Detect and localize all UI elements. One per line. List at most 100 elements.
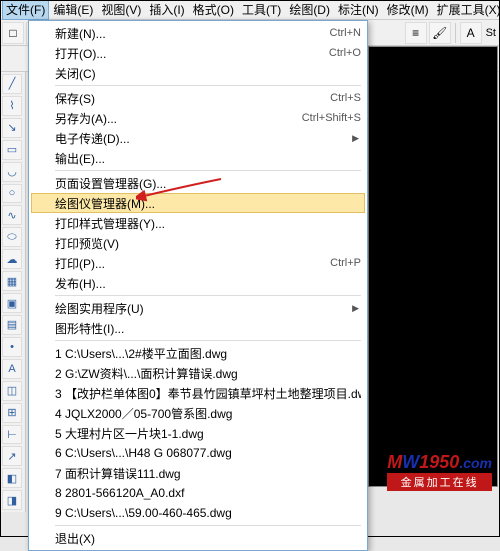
- drawing-canvas[interactable]: [368, 46, 498, 487]
- submenu-arrow-icon: ▶: [352, 133, 359, 144]
- menu-item[interactable]: 另存为(A)...Ctrl+Shift+S: [31, 108, 365, 128]
- menu-item[interactable]: 打印预览(V): [31, 233, 365, 253]
- menu-item-label: 输出(E)...: [55, 150, 361, 167]
- menu-item-label: 绘图仪管理器(M)...: [55, 195, 361, 212]
- menu-item[interactable]: 关闭(C): [31, 63, 365, 83]
- menu-item-label: 新建(N)...: [55, 25, 330, 42]
- tool-table-icon[interactable]: ▤: [2, 315, 22, 335]
- menu-3[interactable]: 插入(I): [145, 0, 188, 20]
- menu-shortcut: Ctrl+N: [330, 27, 361, 39]
- menu-separator: [55, 85, 361, 86]
- menu-separator: [55, 170, 361, 171]
- menu-item-label: 页面设置管理器(G)...: [55, 175, 361, 192]
- submenu-arrow-icon: ▶: [352, 303, 359, 314]
- tool-polyline-icon[interactable]: ⌇: [2, 96, 22, 116]
- tool-a[interactable]: A: [460, 22, 482, 44]
- menu-item-label: 打印样式管理器(Y)...: [55, 215, 361, 232]
- tool-cloud-icon[interactable]: ☁: [2, 249, 22, 269]
- menu-item-label: 7 面积计算错误111.dwg: [55, 465, 361, 482]
- menu-item[interactable]: 发布(H)...: [31, 273, 365, 293]
- file-dropdown-menu: 新建(N)...Ctrl+N打开(O)...Ctrl+O关闭(C)保存(S)Ct…: [28, 20, 368, 551]
- tool-leader-icon[interactable]: ↗: [2, 446, 22, 466]
- menu-item[interactable]: 8 2801-566120A_A0.dxf: [31, 483, 365, 503]
- tool-hatch-icon[interactable]: ▦: [2, 271, 22, 291]
- menu-item[interactable]: 打印样式管理器(Y)...: [31, 213, 365, 233]
- tool-line-icon[interactable]: ╱: [2, 74, 22, 94]
- menu-item[interactable]: 9 C:\Users\...\59.00-460-465.dwg: [31, 503, 365, 523]
- tool-insert-icon[interactable]: ⊞: [2, 403, 22, 423]
- tool-misc2-icon[interactable]: ◨: [2, 490, 22, 510]
- menu-separator: [55, 340, 361, 341]
- tool-point-icon[interactable]: •: [2, 337, 22, 357]
- menu-item-label: 8 2801-566120A_A0.dxf: [55, 486, 361, 500]
- menu-8[interactable]: 修改(M): [383, 0, 433, 20]
- menu-item[interactable]: 3 【改护栏单体图0】奉节县竹园镇草坪村土地整理项目.dwg: [31, 383, 365, 403]
- menu-2[interactable]: 视图(V): [97, 0, 145, 20]
- tool-block-icon[interactable]: ◫: [2, 381, 22, 401]
- tool-arc-icon[interactable]: ◡: [2, 162, 22, 182]
- tool-rect-icon[interactable]: ▭: [2, 140, 22, 160]
- menu-item[interactable]: 图形特性(I)...: [31, 318, 365, 338]
- menu-item-label: 5 大理村片区一片块1-1.dwg: [55, 425, 361, 442]
- menu-item-label: 保存(S): [55, 90, 330, 107]
- menu-item-label: 退出(X): [55, 530, 361, 547]
- menu-6[interactable]: 绘图(D): [285, 0, 334, 20]
- menu-item-label: 电子传递(D)...: [55, 130, 361, 147]
- menu-item[interactable]: 1 C:\Users\...\2#楼平立面图.dwg: [31, 343, 365, 363]
- menu-item[interactable]: 2 G:\ZW资料\...\面积计算错误.dwg: [31, 363, 365, 383]
- menu-item-label: 打开(O)...: [55, 45, 329, 62]
- tool-circle-icon[interactable]: ○: [2, 184, 22, 204]
- menu-item[interactable]: 打开(O)...Ctrl+O: [31, 43, 365, 63]
- menu-item[interactable]: 6 C:\Users\...\H48 G 068077.dwg: [31, 443, 365, 463]
- menu-item-label: 3 【改护栏单体图0】奉节县竹园镇草坪村土地整理项目.dwg: [55, 385, 361, 402]
- tool-new[interactable]: □: [2, 22, 24, 44]
- menu-item-label: 6 C:\Users\...\H48 G 068077.dwg: [55, 446, 361, 460]
- left-toolbar: ╱ ⌇ ↘ ▭ ◡ ○ ∿ ⬭ ☁ ▦ ▣ ▤ • A ◫ ⊞ ⊢ ↗ ◧ ◨: [0, 72, 26, 512]
- menu-separator: [55, 525, 361, 526]
- menu-item-label: 图形特性(I)...: [55, 320, 361, 337]
- menu-separator: [55, 295, 361, 296]
- menu-item[interactable]: 打印(P)...Ctrl+P: [31, 253, 365, 273]
- menu-item[interactable]: 保存(S)Ctrl+S: [31, 88, 365, 108]
- menu-item-label: 另存为(A)...: [55, 110, 302, 127]
- menu-item[interactable]: 退出(X): [31, 528, 365, 548]
- tool-paint[interactable]: 🖌: [429, 22, 451, 44]
- menu-item-label: 关闭(C): [55, 65, 361, 82]
- menu-item[interactable]: 绘图实用程序(U)▶: [31, 298, 365, 318]
- tool-region-icon[interactable]: ▣: [2, 293, 22, 313]
- tool-layers[interactable]: ≡: [405, 22, 427, 44]
- menu-shortcut: Ctrl+Shift+S: [302, 112, 361, 124]
- menu-item-label: 9 C:\Users\...\59.00-460-465.dwg: [55, 506, 361, 520]
- menu-4[interactable]: 格式(O): [189, 0, 238, 20]
- tool-spline-icon[interactable]: ∿: [2, 205, 22, 225]
- menu-item[interactable]: 绘图仪管理器(M)...: [31, 193, 365, 213]
- menu-item[interactable]: 新建(N)...Ctrl+N: [31, 23, 365, 43]
- menu-9[interactable]: 扩展工具(X): [433, 0, 500, 20]
- menu-shortcut: Ctrl+P: [330, 257, 361, 269]
- menu-0[interactable]: 文件(F): [2, 0, 49, 20]
- tool-dim-icon[interactable]: ⊢: [2, 425, 22, 445]
- menu-item[interactable]: 电子传递(D)...▶: [31, 128, 365, 148]
- menu-5[interactable]: 工具(T): [238, 0, 285, 20]
- tool-text-icon[interactable]: A: [2, 359, 22, 379]
- tool-ray-icon[interactable]: ↘: [2, 118, 22, 138]
- menu-item-label: 1 C:\Users\...\2#楼平立面图.dwg: [55, 345, 361, 362]
- menu-item-label: 4 JQLX2000／05-700管系图.dwg: [55, 405, 361, 422]
- menubar: 文件(F)编辑(E)视图(V)插入(I)格式(O)工具(T)绘图(D)标注(N)…: [0, 0, 500, 20]
- menu-item-label: 发布(H)...: [55, 275, 361, 292]
- menu-shortcut: Ctrl+S: [330, 92, 361, 104]
- menu-shortcut: Ctrl+O: [329, 47, 361, 59]
- menu-item-label: 打印(P)...: [55, 255, 330, 272]
- menu-item[interactable]: 输出(E)...: [31, 148, 365, 168]
- tool-misc1-icon[interactable]: ◧: [2, 468, 22, 488]
- menu-1[interactable]: 编辑(E): [49, 0, 97, 20]
- menu-item-label: 打印预览(V): [55, 235, 361, 252]
- menu-item[interactable]: 4 JQLX2000／05-700管系图.dwg: [31, 403, 365, 423]
- style-label: St: [484, 27, 498, 39]
- menu-item[interactable]: 5 大理村片区一片块1-1.dwg: [31, 423, 365, 443]
- menu-item[interactable]: 7 面积计算错误111.dwg: [31, 463, 365, 483]
- menu-7[interactable]: 标注(N): [334, 0, 383, 20]
- watermark: MW1950.com 金属加工在线: [387, 452, 492, 491]
- menu-item[interactable]: 页面设置管理器(G)...: [31, 173, 365, 193]
- tool-ellipse-icon[interactable]: ⬭: [2, 227, 22, 247]
